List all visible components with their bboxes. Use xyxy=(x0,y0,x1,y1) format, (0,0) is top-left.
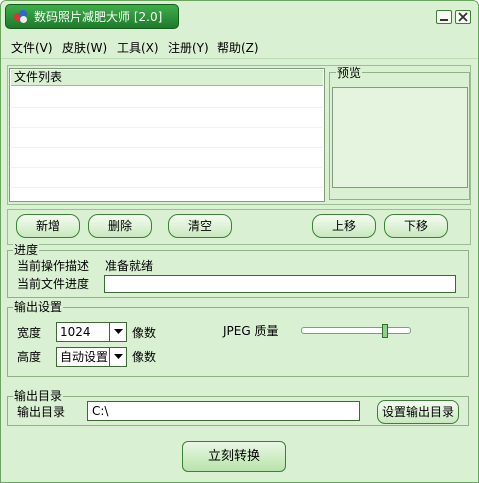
convert-button[interactable]: 立刻转换 xyxy=(182,441,286,472)
chevron-down-icon[interactable] xyxy=(109,348,126,366)
chevron-down-icon[interactable] xyxy=(109,323,126,341)
width-unit: 像数 xyxy=(132,326,157,340)
menu-file[interactable]: 文件(V) xyxy=(11,39,53,56)
app-window: 数码照片减肥大师 [2.0] 文件(V) 皮肤(W) 工具(X) 注册(Y) 帮… xyxy=(0,0,479,483)
delete-button[interactable]: 删除 xyxy=(88,214,152,238)
move-down-button[interactable]: 下移 xyxy=(384,214,448,238)
menu-register[interactable]: 注册(Y) xyxy=(168,39,209,56)
menu-bar: 文件(V) 皮肤(W) 工具(X) 注册(Y) 帮助(Z) xyxy=(1,33,478,59)
preview-box xyxy=(332,87,468,188)
set-output-dir-button[interactable]: 设置输出目录 xyxy=(377,400,459,424)
title-bar[interactable]: 数码照片减肥大师 [2.0] xyxy=(1,1,478,33)
jpeg-quality-label: JPEG 质量 xyxy=(223,324,279,338)
close-icon xyxy=(458,12,468,22)
preview-label: 预览 xyxy=(336,66,363,80)
file-list[interactable]: 文件列表 xyxy=(9,68,325,202)
app-logo-icon xyxy=(14,9,28,24)
width-label: 宽度 xyxy=(17,326,42,340)
clear-button[interactable]: 清空 xyxy=(168,214,232,238)
operation-label: 当前操作描述 xyxy=(17,259,90,273)
title-tab: 数码照片减肥大师 [2.0] xyxy=(5,4,179,29)
file-progress-label: 当前文件进度 xyxy=(17,277,90,291)
height-unit: 像数 xyxy=(132,350,157,364)
files-panel: 文件列表 预览 xyxy=(7,65,471,205)
file-list-header: 文件列表 xyxy=(11,70,323,86)
menu-skin[interactable]: 皮肤(W) xyxy=(62,39,107,56)
height-select[interactable]: 自动设置 xyxy=(56,347,127,367)
output-settings-label: 输出设置 xyxy=(13,300,64,314)
move-up-button[interactable]: 上移 xyxy=(312,214,376,238)
minimize-icon xyxy=(440,19,448,21)
output-dir-label: 输出目录 xyxy=(17,405,66,419)
jpeg-quality-slider-thumb[interactable] xyxy=(382,324,389,338)
menu-tools[interactable]: 工具(X) xyxy=(117,39,159,56)
minimize-button[interactable] xyxy=(436,10,452,24)
close-button[interactable] xyxy=(455,10,471,24)
height-label: 高度 xyxy=(17,350,42,364)
file-progress-bar xyxy=(104,275,456,293)
output-dir-input[interactable]: C:\ xyxy=(87,401,360,421)
output-dir-group-label: 输出目录 xyxy=(13,389,64,403)
window-title: 数码照片减肥大师 [2.0] xyxy=(34,10,163,24)
jpeg-quality-slider[interactable] xyxy=(301,327,411,334)
operation-status: 准备就绪 xyxy=(105,259,154,273)
progress-group-label: 进度 xyxy=(13,243,40,257)
width-value: 1024 xyxy=(60,325,91,339)
menu-help[interactable]: 帮助(Z) xyxy=(217,39,259,56)
height-value: 自动设置 xyxy=(60,350,109,364)
width-select[interactable]: 1024 xyxy=(56,322,127,342)
add-button[interactable]: 新增 xyxy=(16,214,80,238)
